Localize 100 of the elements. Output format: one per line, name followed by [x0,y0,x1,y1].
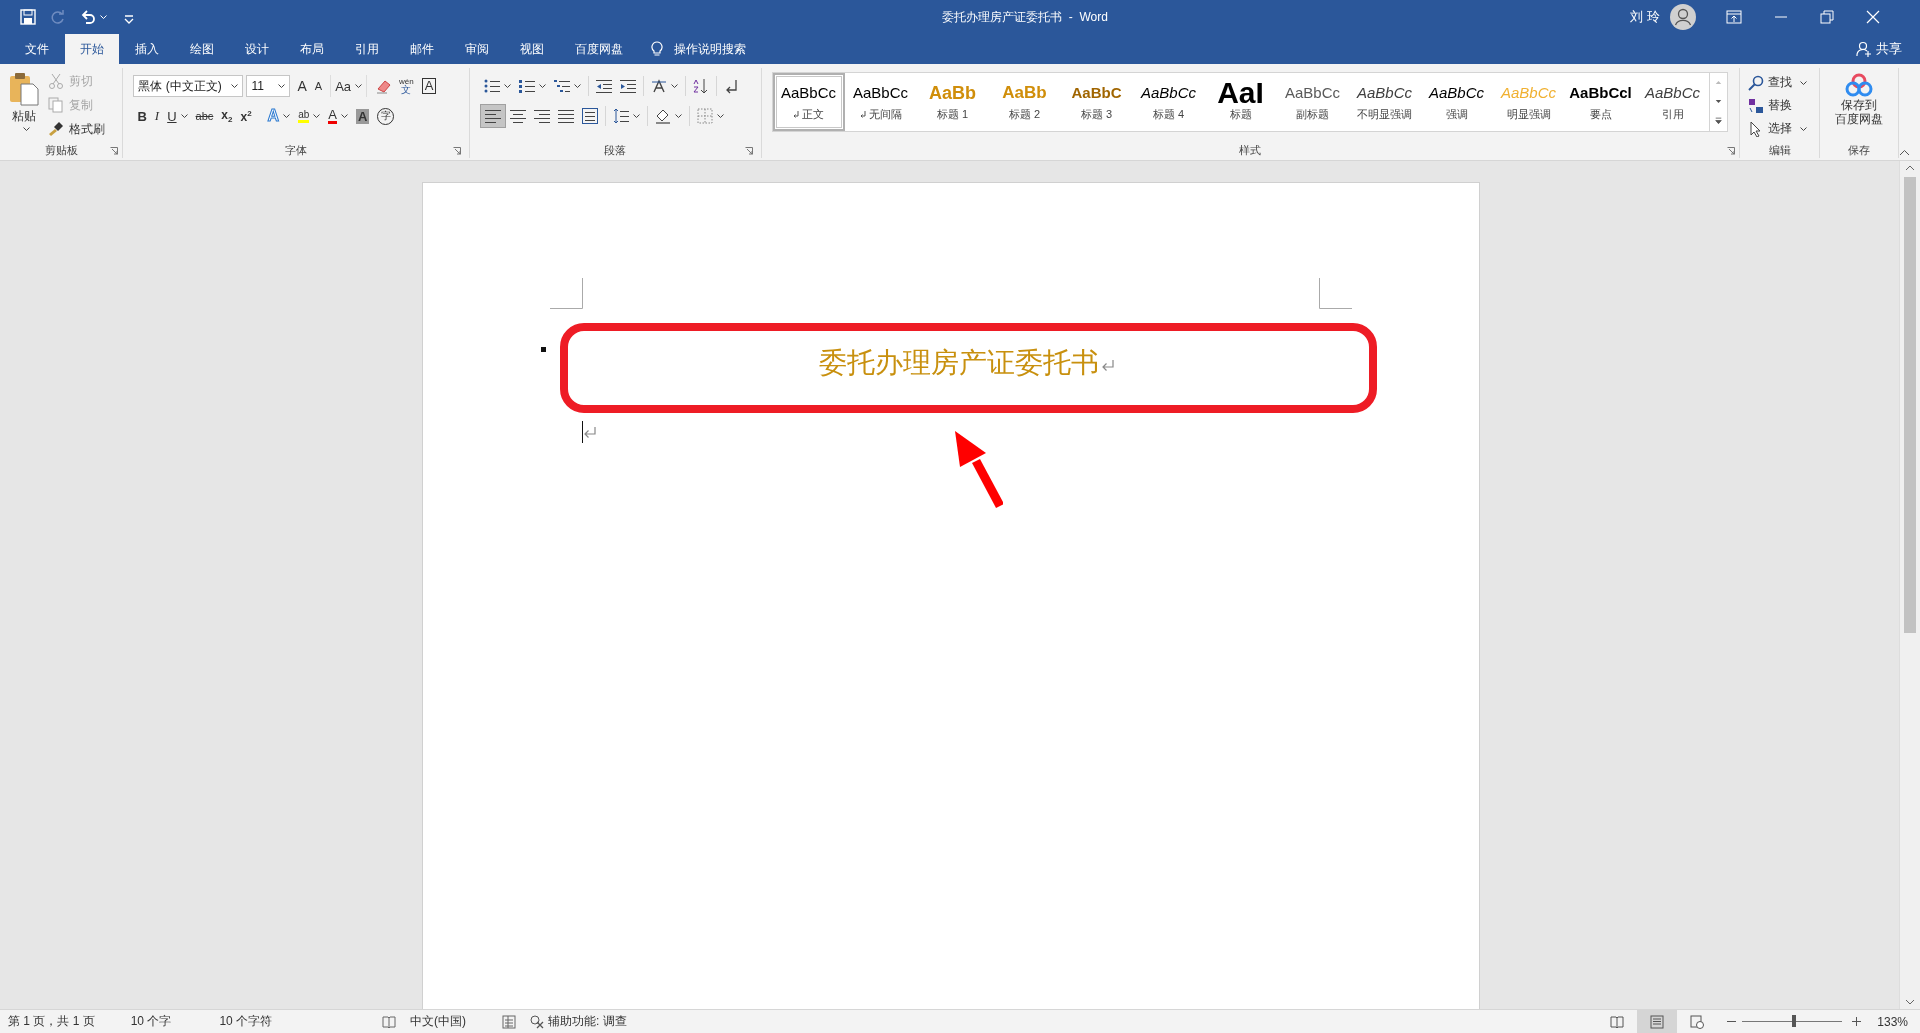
editing-button[interactable]: 查找 [1748,72,1807,93]
shrink-font-button[interactable]: A [310,75,327,97]
style-item[interactable]: AaBbCc 副标题 [1276,73,1349,131]
search-icon [1748,74,1764,91]
avatar-icon[interactable] [1669,4,1696,30]
editing-button[interactable]: 选择 [1748,118,1807,139]
ribbon-tab[interactable]: 引用 [340,34,394,64]
caret-icon [100,15,107,19]
style-item[interactable]: AaBbCc 引用 [1636,73,1709,131]
line-spacing-icon [613,108,630,124]
status-text[interactable]: 10 个字符 [219,1013,273,1030]
decrease-indent-icon [596,78,613,94]
italic-button[interactable]: I [150,105,164,127]
ribbon-tab[interactable]: 插入 [120,34,174,64]
ribbon-tab[interactable]: 邮件 [395,34,449,64]
dialog-launcher-icon[interactable] [453,147,462,155]
group-label: 样式 [1239,142,1262,158]
bold-button[interactable]: B [133,105,151,127]
ribbon-tab[interactable]: 视图 [505,34,559,64]
status-text[interactable]: 10 个字 [130,1013,172,1030]
superscript-button[interactable]: x$^{2}$ [236,105,256,127]
ribbon-display-icon[interactable] [1725,10,1742,24]
window-title: 委托办理房产证委托书 - Word [941,8,1109,26]
replace-icon [1748,97,1764,114]
justify-icon [558,108,575,124]
style-item[interactable]: AaBbCc 正文 [772,73,845,131]
status-text[interactable]: 第 1 页，共 1 页 [8,1013,95,1030]
margin-corner-mark [1318,278,1352,309]
asian-layout-icon [651,78,668,94]
group-label: 字体 [285,142,308,158]
highlight-button[interactable]: ab [294,105,325,127]
align-right-icon [534,108,551,124]
zoom-slider-thumb[interactable] [1792,1015,1797,1027]
macro-icon[interactable] [502,1014,517,1029]
ribbon-tab[interactable]: 布局 [285,34,339,64]
paste-button[interactable]: 粘贴 [0,68,48,142]
paragraph-button[interactable] [480,104,507,128]
ribbon-tab[interactable]: 审阅 [450,34,504,64]
character-border-button[interactable]: A [417,75,441,97]
dialog-launcher-icon[interactable] [744,147,753,155]
dialog-launcher-icon[interactable] [1727,147,1735,155]
clipboard-button[interactable]: 格式刷 [48,118,105,140]
restore-icon[interactable] [1819,10,1834,24]
dialog-launcher-icon[interactable] [110,147,119,155]
underline-button[interactable]: U [163,105,192,127]
proofing-icon[interactable] [382,1014,397,1029]
ribbon-tab[interactable]: 百度网盘 [560,34,638,64]
zoom-in-icon[interactable] [1852,1017,1862,1026]
character-shading-button[interactable]: A [351,105,374,127]
align-left-icon [485,108,502,124]
ribbon-tab[interactable]: 开始 [65,34,119,64]
accessibility-button[interactable]: 辅助功能: 调查 [530,1013,627,1030]
font-color-button[interactable]: A [324,105,352,127]
save-icon[interactable] [20,9,36,25]
accessibility-icon [530,1014,545,1029]
style-item[interactable]: AaBbCcl 要点 [1564,73,1637,131]
style-item[interactable]: AaBbC 标题 3 [1060,73,1133,131]
view-button[interactable] [1637,1010,1678,1033]
paintbrush-icon [48,121,64,137]
ribbon-tab[interactable]: 设计 [230,34,284,64]
document-heading: 委托办理房产证委托书 [818,346,1099,380]
language-indicator[interactable]: 中文(中国) [410,1013,467,1030]
editing-button[interactable]: 替换 [1748,95,1807,116]
style-item[interactable]: AaBbCc 标题 4 [1132,73,1205,131]
style-item[interactable]: AaI 标题 [1204,73,1277,131]
scrollbar-thumb[interactable] [1904,177,1916,633]
style-item[interactable]: AaBbCc 强调 [1420,73,1493,131]
zoom-level[interactable]: 133% [1877,1014,1908,1029]
style-item[interactable]: AaBbCc 明显强调 [1492,73,1565,131]
font-name-field[interactable]: 黑体 (中文正文) [133,75,244,97]
grow-font-button[interactable]: A [293,75,311,97]
collapse-ribbon-icon[interactable] [1899,149,1910,156]
ribbon-tab[interactable]: 绘图 [175,34,229,64]
phonetic-guide-button[interactable]: wén 文 [395,75,418,97]
strikethrough-button[interactable]: abc [191,105,218,127]
increase-indent-icon [620,78,637,94]
numbered-list-icon [519,78,536,94]
style-item[interactable]: AaBb 标题 2 [988,73,1061,131]
copy-icon [48,97,64,113]
style-item[interactable]: AaBb 标题 1 [916,73,989,131]
return-mark-icon [582,425,597,439]
scissors-icon [48,73,64,89]
style-item[interactable]: AaBbCc 无间隔 [844,73,917,131]
style-item[interactable]: AaBbCc 不明显强调 [1348,73,1421,131]
borders-icon [697,108,714,124]
caret-icon [231,84,239,88]
clipboard-icon [9,72,39,106]
tell-me-button[interactable]: 操作说明搜索 [651,34,746,64]
align-center-icon [510,108,527,124]
save-to-cloud-button[interactable]: 保存到 百度网盘 [1820,68,1898,142]
caret-icon [278,84,286,88]
ribbon-tab[interactable]: 文件 [10,34,64,64]
font-size-field[interactable]: 11 [246,75,291,97]
change-case-button[interactable]: Aa [330,75,368,97]
person-plus-icon [1856,41,1872,57]
share-button[interactable]: 共享 [1856,34,1902,64]
group-label: 保存 [1848,142,1870,158]
close-icon[interactable] [1865,10,1880,24]
subscript-button[interactable]: x$_{2}$ [217,105,237,127]
undo-icon[interactable] [80,9,96,25]
